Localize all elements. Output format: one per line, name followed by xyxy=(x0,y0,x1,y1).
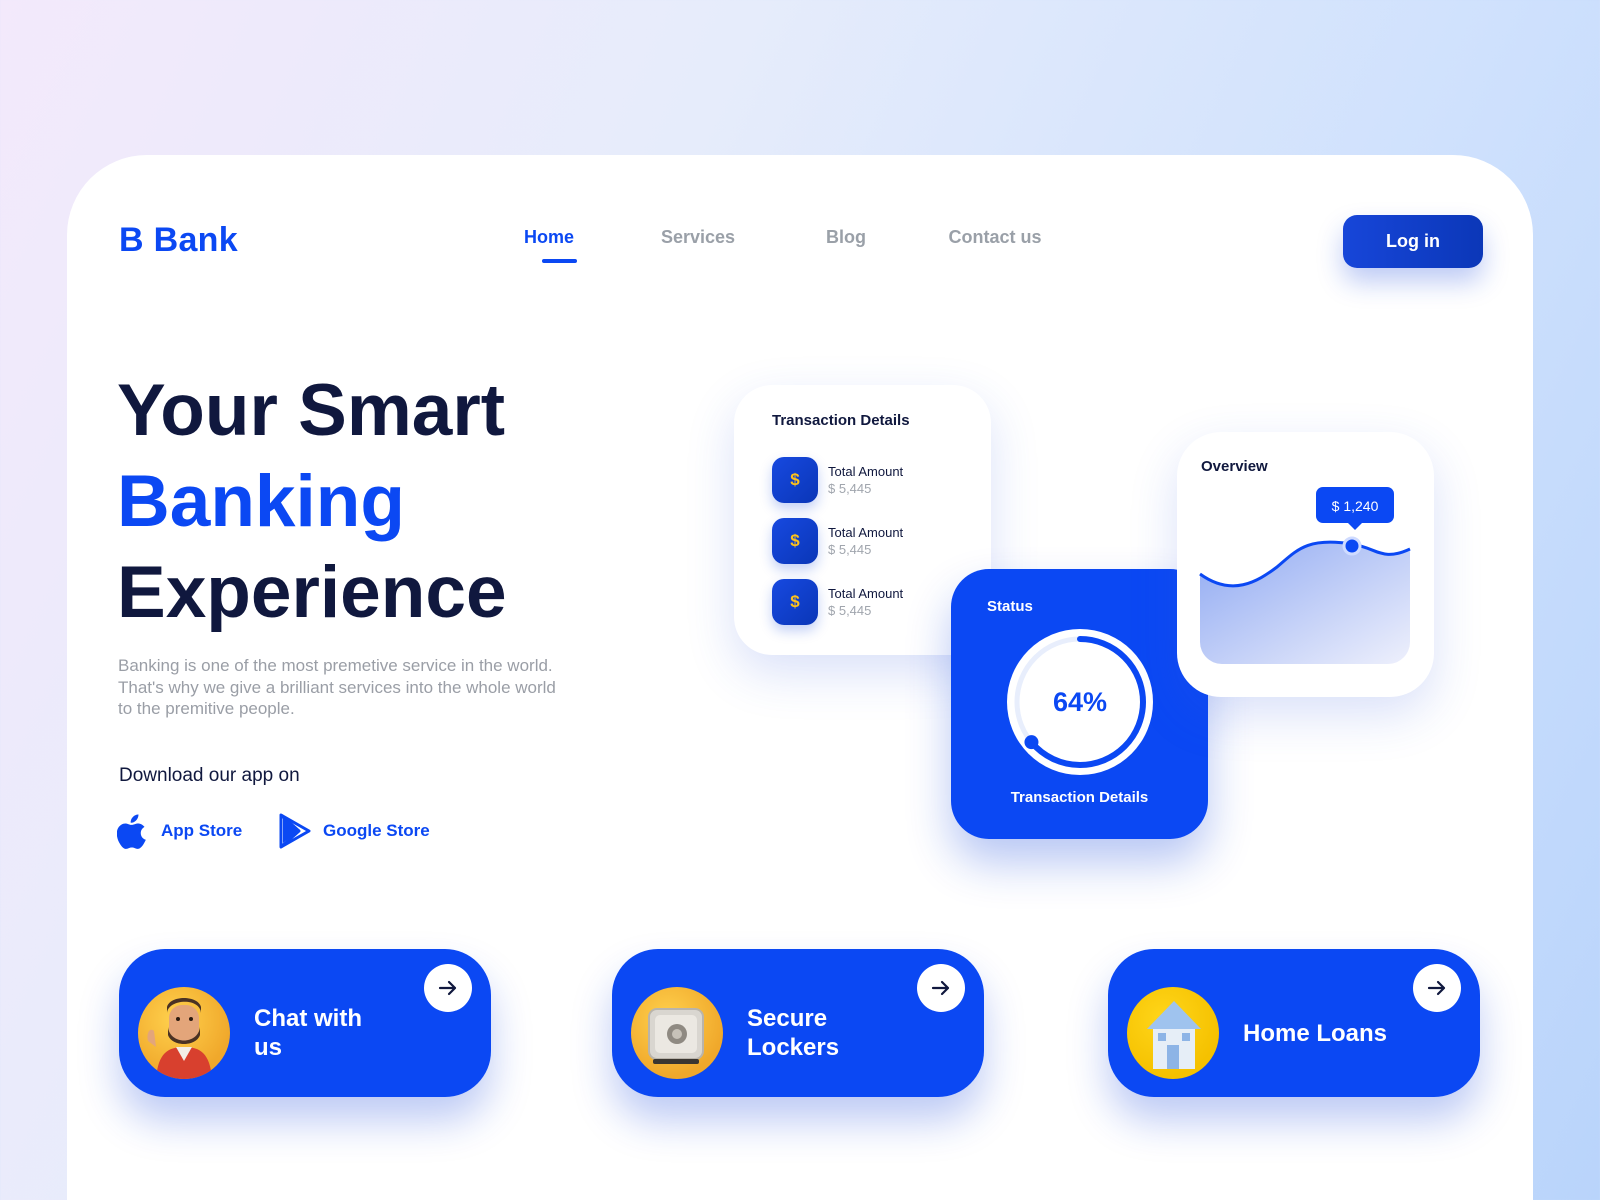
transaction-value: $ 5,445 xyxy=(828,481,872,496)
overview-area-chart: $ 1,240 xyxy=(1199,487,1411,664)
transaction-value: $ 5,445 xyxy=(828,603,872,618)
status-card-title: Status xyxy=(987,598,1033,615)
hero-title-line3: Experience xyxy=(117,552,507,633)
arrow-right-icon[interactable] xyxy=(1413,964,1461,1012)
overview-area xyxy=(1200,542,1410,664)
nav-item-contact[interactable]: Contact us xyxy=(948,227,1041,248)
transaction-value: $ 5,445 xyxy=(828,542,872,557)
google-store-label: Google Store xyxy=(323,821,430,840)
dollar-icon: $ xyxy=(772,518,818,564)
nav-item-services[interactable]: Services xyxy=(661,227,735,248)
login-button[interactable]: Log in xyxy=(1343,215,1483,268)
status-percent: 64% xyxy=(1053,687,1107,717)
app-store-link[interactable]: App Store xyxy=(117,813,242,849)
nav-item-blog[interactable]: Blog xyxy=(826,227,866,248)
nav-item-home[interactable]: Home xyxy=(524,227,574,248)
feature-label: Secure Lockers xyxy=(747,1004,839,1062)
feature-label-line2: us xyxy=(254,1034,283,1061)
overview-tooltip-value: $ 1,240 xyxy=(1332,498,1379,514)
dollar-icon: $ xyxy=(772,457,818,503)
chat-with-us-button[interactable]: Chat with us xyxy=(119,949,491,1097)
status-progress-ring: 64% xyxy=(1007,629,1153,775)
apple-icon xyxy=(117,814,146,849)
feature-label-line2: Lockers xyxy=(747,1034,840,1061)
hero-title-line1: Your Smart xyxy=(117,370,506,451)
transaction-label: Total Amount xyxy=(828,464,904,479)
hero-title: Your Smart Banking Experience xyxy=(117,365,507,638)
transaction-label: Total Amount xyxy=(828,586,904,601)
overview-card: Overview $ 1,240 xyxy=(1177,432,1434,697)
feature-label: Home Loans xyxy=(1243,1019,1387,1048)
arrow-right-icon[interactable] xyxy=(917,964,965,1012)
transaction-card-title: Transaction Details xyxy=(772,412,910,429)
house-icon xyxy=(1127,987,1219,1079)
download-label: Download our app on xyxy=(119,765,300,786)
app-store-label: App Store xyxy=(161,821,243,840)
transaction-label: Total Amount xyxy=(828,525,904,540)
progress-knob xyxy=(1024,735,1039,750)
arrow-right-icon[interactable] xyxy=(424,964,472,1012)
transaction-row[interactable]: $ Total Amount $ 5,445 xyxy=(772,579,903,625)
secure-lockers-button[interactable]: Secure Lockers xyxy=(612,949,984,1097)
google-play-icon xyxy=(279,813,311,849)
chat-avatar-icon xyxy=(138,987,230,1079)
dollar-icon: $ xyxy=(772,579,818,625)
transaction-row[interactable]: $ Total Amount $ 5,445 xyxy=(772,457,903,503)
top-nav: Home Services Blog Contact us xyxy=(67,227,1533,267)
hero-title-line2: Banking xyxy=(117,461,405,542)
main-card: B Bank Home Services Blog Contact us Log… xyxy=(67,155,1533,1200)
transaction-row[interactable]: $ Total Amount $ 5,445 xyxy=(772,518,903,564)
feature-label-line1: Secure xyxy=(747,1005,828,1032)
status-card: Status 64% Transaction Details xyxy=(951,569,1208,839)
nav-active-indicator xyxy=(542,259,577,263)
feature-label: Chat with us xyxy=(254,1004,362,1062)
feature-label-line1: Chat with xyxy=(254,1005,362,1032)
locker-safe-icon xyxy=(631,987,723,1079)
hero-description: Banking is one of the most premetive ser… xyxy=(118,656,556,718)
home-loans-button[interactable]: Home Loans xyxy=(1108,949,1480,1097)
feature-label-line1: Home Loans xyxy=(1243,1020,1388,1047)
overview-point[interactable] xyxy=(1342,536,1362,556)
status-card-subtitle: Transaction Details xyxy=(1010,789,1149,806)
google-store-link[interactable]: Google Store xyxy=(279,813,430,849)
